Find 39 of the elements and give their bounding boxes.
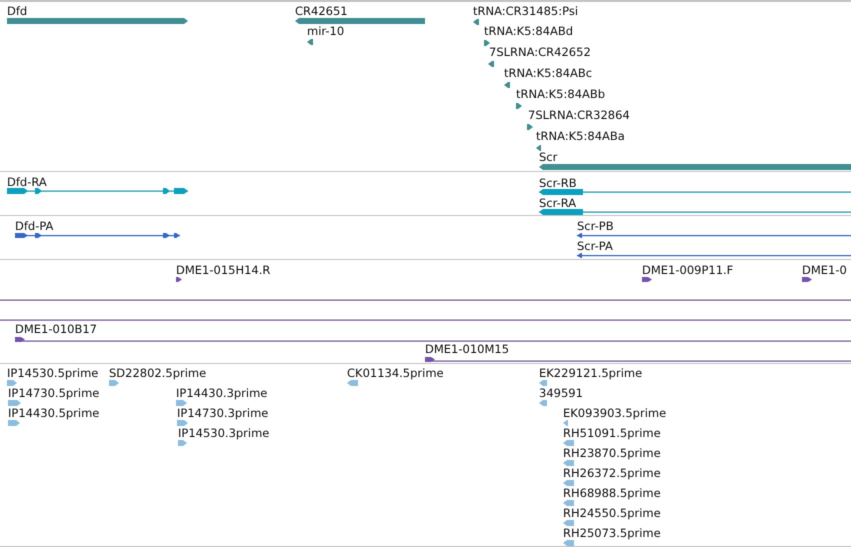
feature-label: 349591 (539, 386, 583, 400)
feature-label: RH23870.5prime (563, 446, 661, 460)
feature-label: DME1-009P11.F (642, 263, 734, 277)
feature-label: SD22802.5prime (109, 366, 206, 380)
feature-label: Dfd-PA (15, 219, 54, 233)
feature-label: mir-10 (307, 24, 344, 38)
feature-label: RH26372.5prime (563, 466, 661, 480)
feature-label: tRNA:K5:84ABc (504, 66, 592, 80)
feature-label: tRNA:CR31485:Psi (473, 4, 578, 18)
feature-label: RH68988.5prime (563, 486, 661, 500)
feature-label: Scr-RB (539, 176, 577, 190)
feature-label: IP14730.5prime (8, 386, 100, 400)
feature-label: Scr-PA (577, 239, 613, 253)
feature-label: RH24550.5prime (563, 506, 661, 520)
feature-label: Scr-RA (539, 196, 576, 210)
feature-label: CR42651 (295, 4, 348, 18)
feature-label: DME1-015H14.R (176, 263, 270, 277)
feature-label: IP14730.3prime (177, 406, 268, 420)
feature-label: IP14530.3prime (178, 426, 270, 440)
feature-label: CK01134.5prime (347, 366, 444, 380)
feature-label: RH25073.5prime (563, 526, 661, 540)
feature-label: EK229121.5prime (539, 366, 642, 380)
feature-label: IP14430.3prime (176, 386, 268, 400)
feature-label: Dfd-RA (7, 175, 47, 189)
feature-label: DME1-0 (802, 263, 847, 277)
feature-label: RH51091.5prime (563, 426, 661, 440)
feature-label: EK093903.5prime (563, 406, 666, 420)
feature-label: Scr-PB (577, 219, 614, 233)
feature-label: 7SLRNA:CR42652 (489, 45, 591, 59)
feature-label: Dfd (7, 4, 28, 18)
feature-label: tRNA:K5:84ABd (484, 24, 574, 38)
feature-label: 7SLRNA:CR32864 (528, 108, 630, 122)
feature-label: IP14530.5prime (7, 366, 98, 380)
feature-label: tRNA:K5:84ABa (536, 129, 625, 143)
feature-label: tRNA:K5:84ABb (516, 87, 606, 101)
feature-label: IP14430.5prime (8, 406, 100, 420)
feature-label: DME1-010B17 (15, 322, 97, 336)
feature-label: Scr (539, 150, 558, 164)
feature-label: DME1-010M15 (425, 342, 510, 356)
